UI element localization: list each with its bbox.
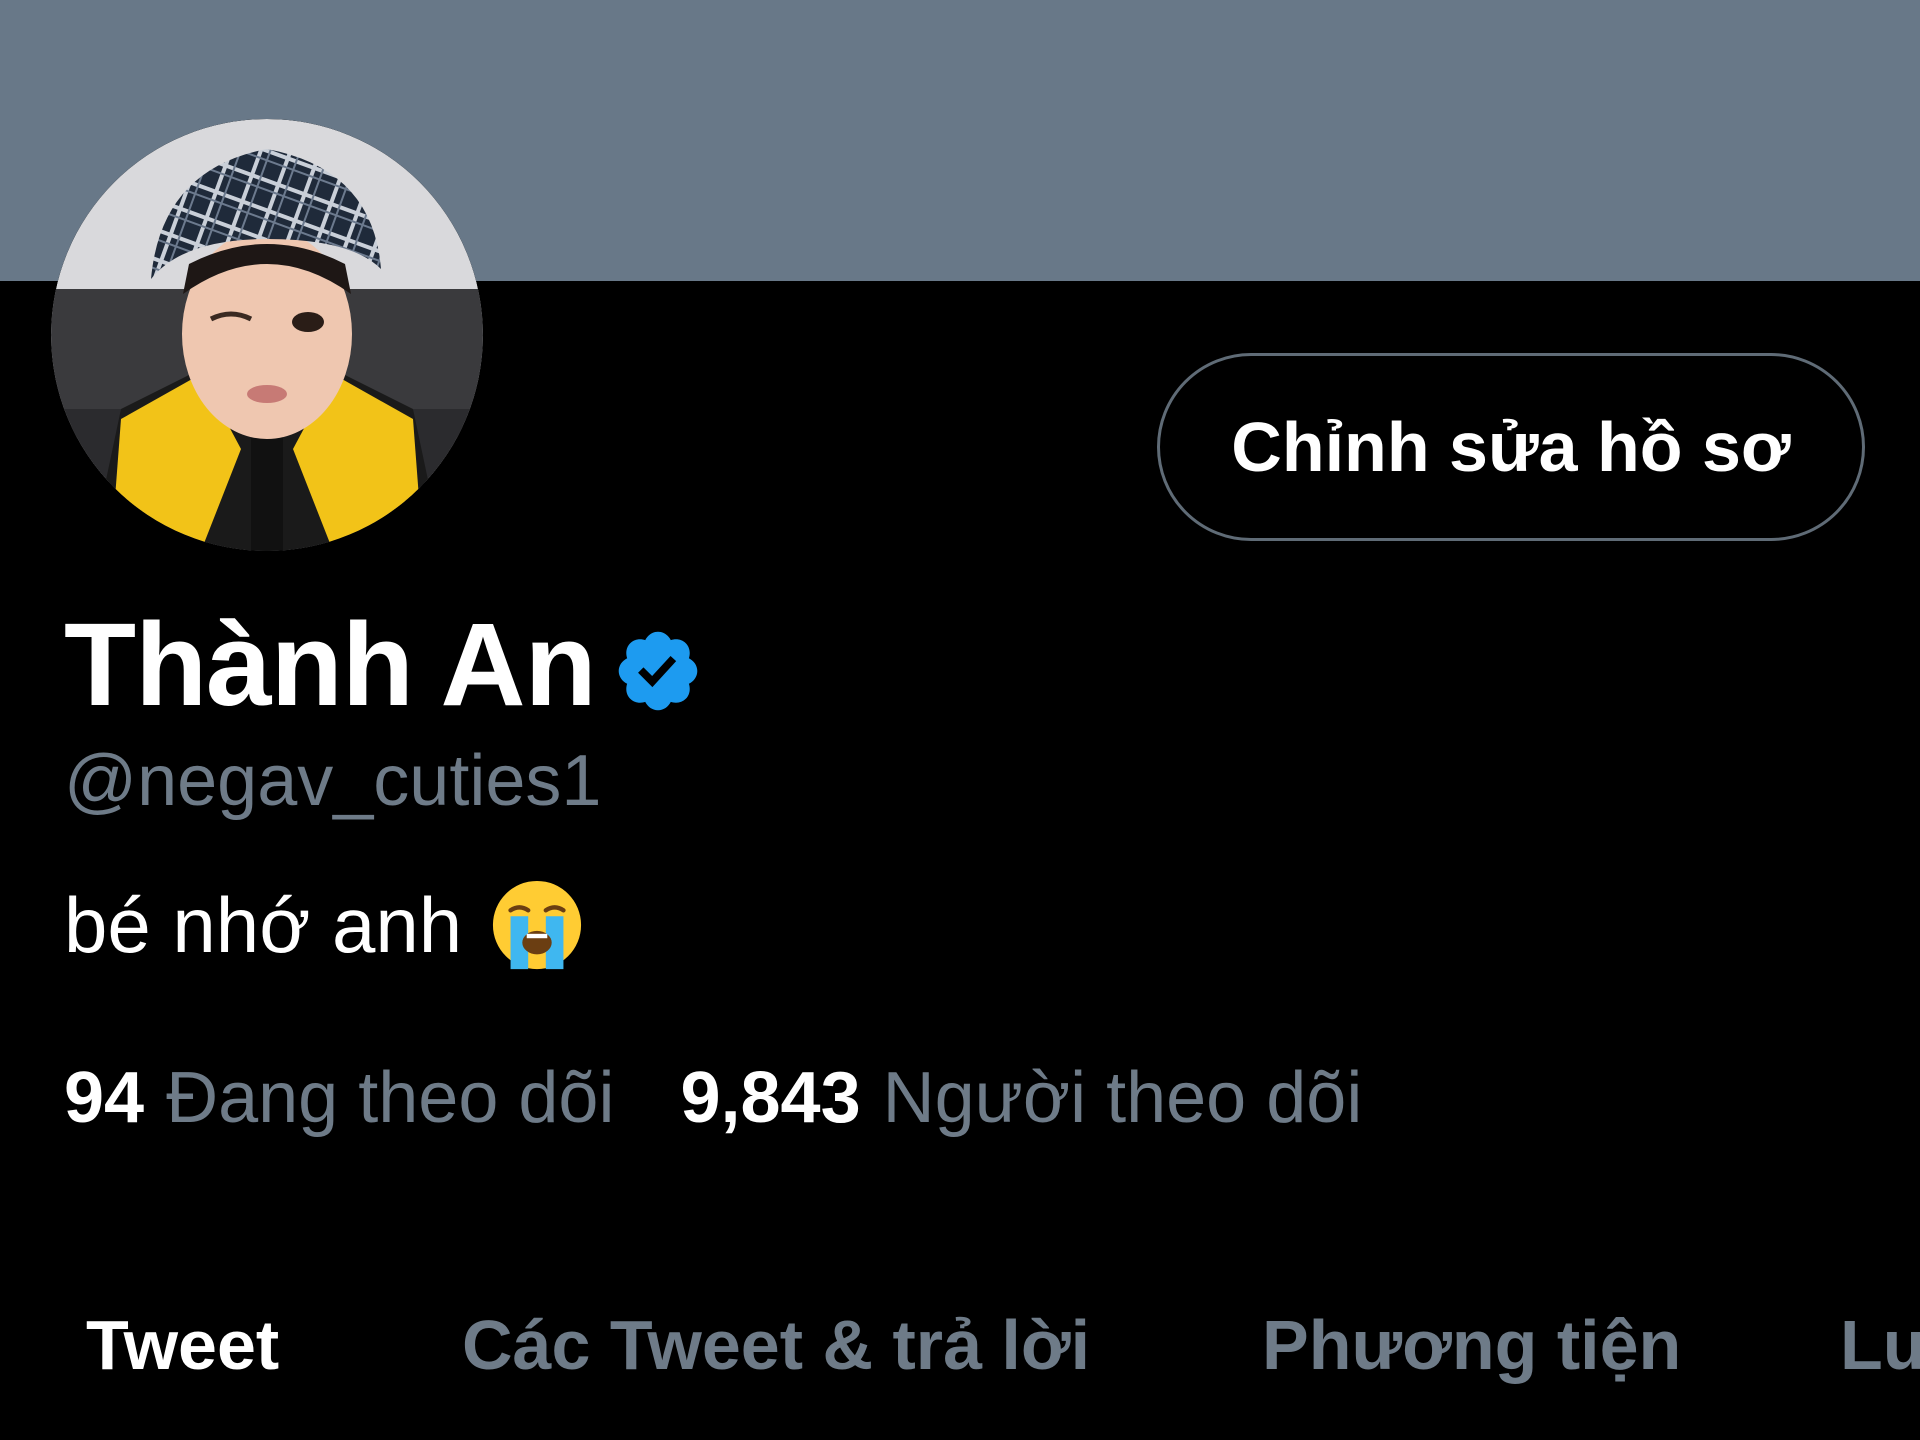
profile-tabs: Tweet Các Tweet & trả lời Phương tiện Lư bbox=[0, 1310, 1920, 1410]
edit-profile-label: Chỉnh sửa hồ sơ bbox=[1231, 408, 1791, 486]
followers-count[interactable]: 9,843 bbox=[680, 1062, 860, 1134]
name-row: Thành An bbox=[64, 605, 704, 725]
verified-badge-icon[interactable] bbox=[612, 625, 704, 717]
edit-profile-button[interactable]: Chỉnh sửa hồ sơ bbox=[1157, 353, 1865, 541]
tab-tweets-and-replies[interactable]: Các Tweet & trả lời bbox=[462, 1310, 1090, 1380]
user-handle: @negav_cuties1 bbox=[64, 741, 602, 821]
following-count[interactable]: 94 bbox=[64, 1062, 144, 1134]
tab-tweets[interactable]: Tweet bbox=[86, 1310, 279, 1380]
display-name: Thành An bbox=[64, 599, 597, 731]
bio: bé nhớ anh bbox=[64, 878, 584, 972]
followers-label[interactable]: Người theo dõi bbox=[883, 1062, 1363, 1134]
following-label[interactable]: Đang theo dõi bbox=[166, 1062, 614, 1134]
loudly-crying-face-emoji-icon bbox=[493, 880, 582, 970]
avatar-photo bbox=[51, 119, 483, 551]
bio-text: bé nhớ anh bbox=[64, 881, 463, 969]
follow-stats: 94 Đang theo dõi 9,843 Người theo dõi bbox=[64, 1062, 1362, 1134]
profile-page: Chỉnh sửa hồ sơ Thành An @negav_cuties1 … bbox=[0, 0, 1920, 1440]
tab-media[interactable]: Phương tiện bbox=[1262, 1310, 1681, 1380]
tab-likes-partial[interactable]: Lư bbox=[1840, 1310, 1920, 1380]
avatar[interactable] bbox=[51, 119, 483, 551]
